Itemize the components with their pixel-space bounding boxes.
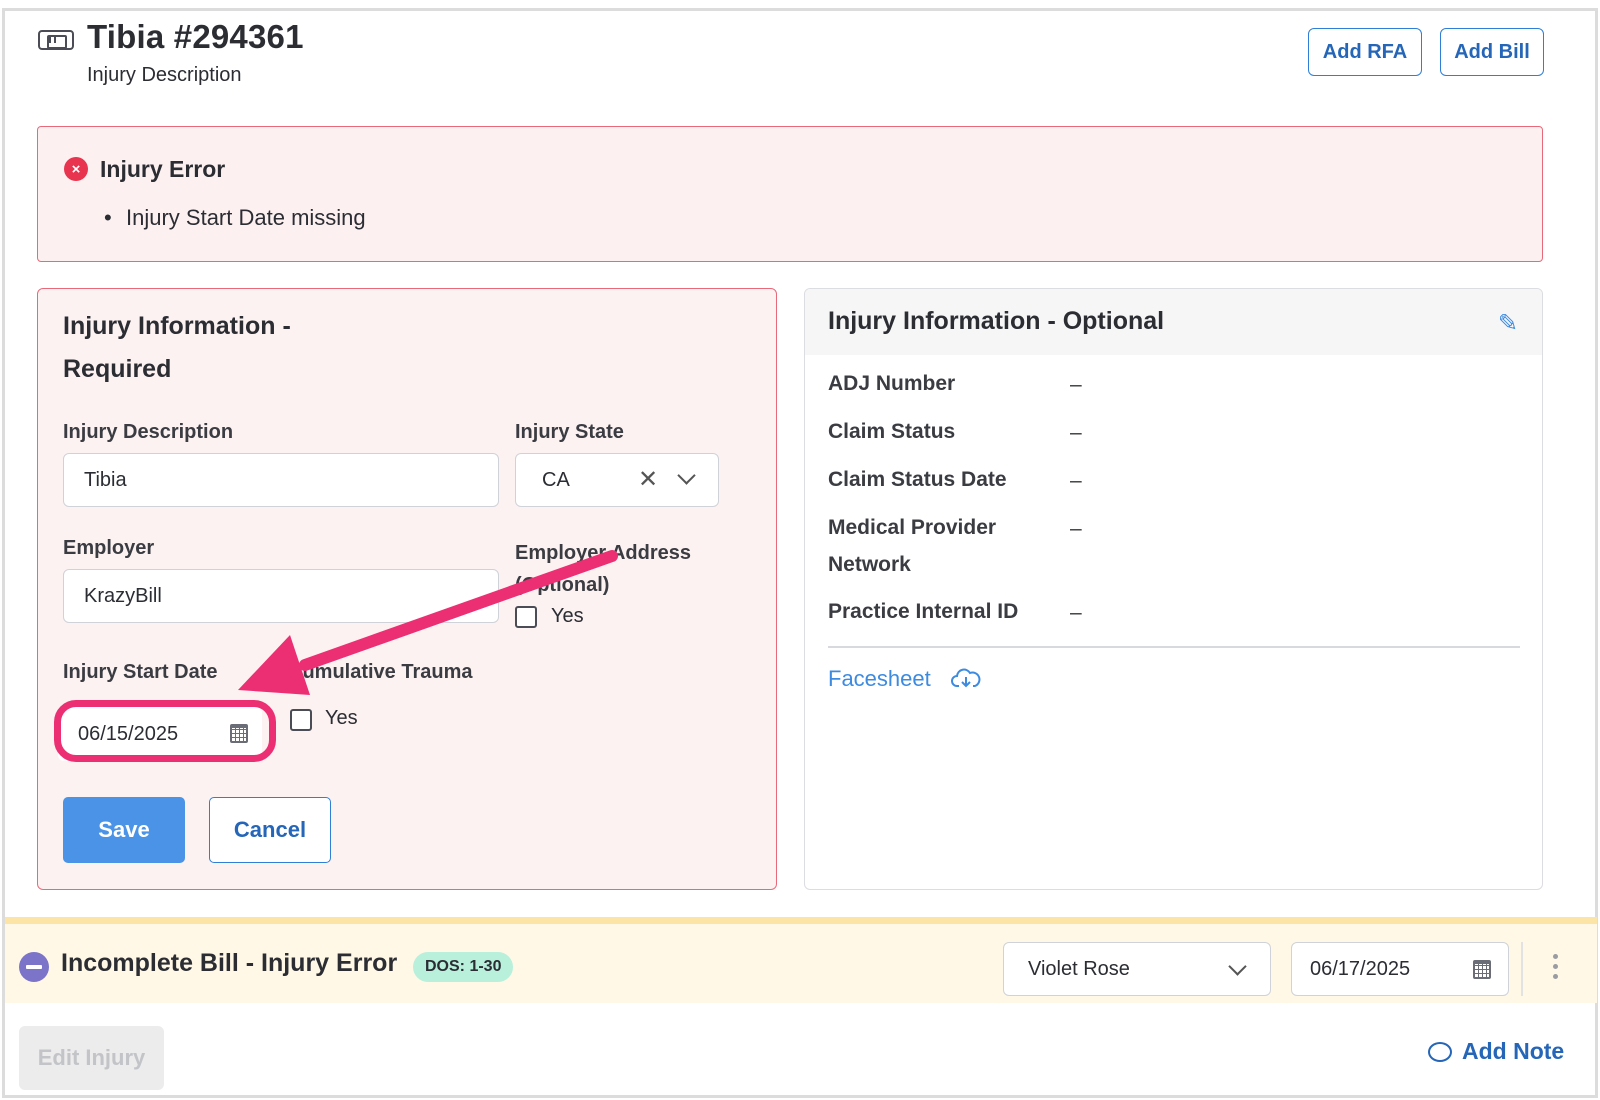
error-circle-icon: × bbox=[64, 157, 88, 181]
highlight-ring bbox=[54, 700, 276, 762]
mpn-value: – bbox=[1070, 517, 1082, 540]
claim-status-value: – bbox=[1070, 421, 1082, 444]
mpn-label: Medical Provider Network bbox=[828, 516, 997, 576]
divider bbox=[828, 646, 1520, 648]
edit-pencil-icon[interactable]: ✎ bbox=[1498, 309, 1518, 338]
practice-internal-id-label: Practice Internal ID bbox=[828, 600, 1019, 623]
error-item-text: Injury Start Date missing bbox=[126, 205, 366, 230]
calendar-icon[interactable] bbox=[1473, 960, 1491, 979]
injury-state-label: Injury State bbox=[515, 421, 624, 443]
bill-title: Incomplete Bill - Injury Error bbox=[61, 949, 398, 977]
edit-injury-button[interactable]: Edit Injury bbox=[19, 1026, 164, 1090]
injury-start-date-label: Injury Start Date bbox=[63, 661, 218, 683]
page-subtitle: Injury Description bbox=[87, 64, 242, 86]
page-title: Tibia #294361 bbox=[87, 18, 304, 55]
claim-status-label: Claim Status bbox=[828, 420, 956, 443]
cumulative-trauma-label: Cumulative Trauma bbox=[288, 661, 473, 683]
save-button[interactable]: Save bbox=[63, 797, 185, 863]
practice-internal-id-value: – bbox=[1070, 601, 1082, 624]
injury-state-value: CA bbox=[542, 468, 570, 491]
required-card-title: Injury Information - Required bbox=[63, 312, 291, 383]
cloud-download-icon[interactable] bbox=[951, 667, 981, 689]
claim-status-date-value: – bbox=[1070, 469, 1082, 492]
injury-description-input[interactable]: Tibia bbox=[63, 453, 499, 507]
employer-input[interactable]: KrazyBill bbox=[63, 569, 499, 623]
dos-badge: DOS: 1-30 bbox=[413, 952, 514, 982]
injury-info-optional-card: Injury Information - Optional ✎ ADJ Numb… bbox=[804, 288, 1543, 890]
facesheet-link[interactable]: Facesheet bbox=[828, 666, 931, 692]
employer-address-label: Employer Address (Optional) bbox=[515, 542, 691, 596]
cancel-button[interactable]: Cancel bbox=[209, 797, 331, 863]
injury-info-required-card: Injury Information - Required Injury Des… bbox=[37, 288, 777, 890]
bill-row: Incomplete Bill - Injury Error DOS: 1-30… bbox=[5, 917, 1597, 1003]
error-alert: × Injury Error Injury Start Date missing bbox=[37, 126, 1543, 262]
more-options-icon[interactable] bbox=[1553, 954, 1558, 984]
employer-address-checkbox[interactable] bbox=[515, 606, 537, 628]
add-rfa-button[interactable]: Add RFA bbox=[1308, 28, 1422, 76]
injury-description-label: Injury Description bbox=[63, 421, 234, 443]
add-note-button[interactable]: Add Note bbox=[1428, 1038, 1564, 1065]
clear-icon[interactable]: ✕ bbox=[638, 465, 658, 494]
cumulative-trauma-yes-label: Yes bbox=[325, 707, 358, 729]
employer-label: Employer bbox=[63, 537, 155, 559]
minus-circle-icon[interactable] bbox=[19, 952, 49, 982]
error-list-item: Injury Start Date missing bbox=[104, 205, 366, 231]
assignee-value: Violet Rose bbox=[1028, 957, 1130, 980]
add-bill-button[interactable]: Add Bill bbox=[1440, 28, 1544, 76]
comment-icon bbox=[1428, 1041, 1452, 1062]
divider bbox=[1521, 942, 1523, 996]
adj-number-label: ADJ Number bbox=[828, 372, 956, 395]
employer-address-yes-label: Yes bbox=[551, 605, 584, 627]
optional-card-title: Injury Information - Optional bbox=[828, 307, 1165, 335]
error-title: Injury Error bbox=[100, 156, 226, 182]
bandage-icon bbox=[38, 30, 74, 50]
bill-date-value: 06/17/2025 bbox=[1310, 957, 1411, 980]
claim-status-date-label: Claim Status Date bbox=[828, 468, 1007, 491]
add-note-label: Add Note bbox=[1462, 1038, 1565, 1064]
adj-number-value: – bbox=[1070, 373, 1082, 396]
cumulative-trauma-checkbox[interactable] bbox=[290, 709, 312, 731]
